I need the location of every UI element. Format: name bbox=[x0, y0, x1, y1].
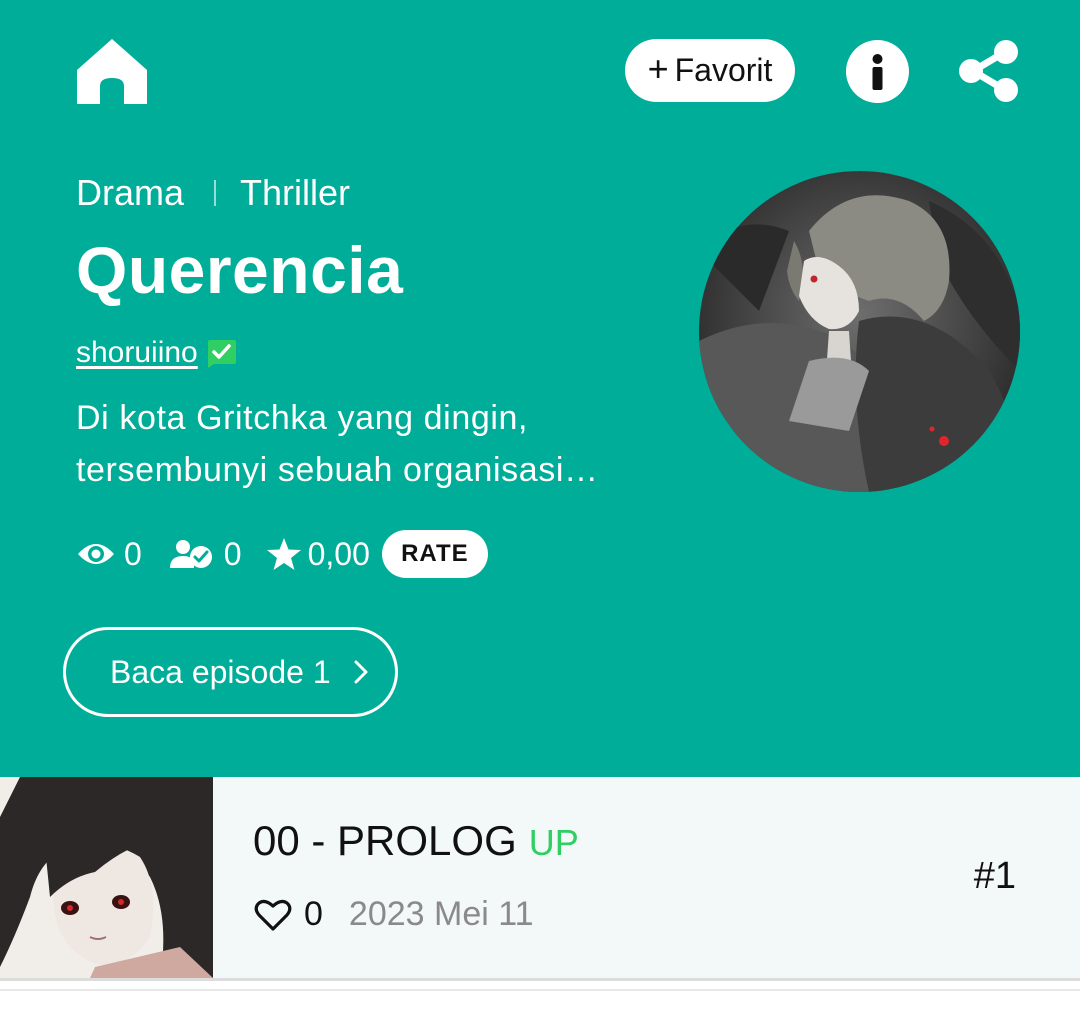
episode-title-row: 00 - PROLOG UP bbox=[253, 817, 579, 865]
list-divider bbox=[0, 989, 1080, 991]
star-icon bbox=[266, 538, 301, 570]
plus-icon: + bbox=[647, 48, 669, 89]
genre-tag[interactable]: Drama bbox=[76, 172, 184, 214]
views-stat: 0 bbox=[76, 536, 142, 573]
episode-title: 00 - PROLOG bbox=[253, 817, 517, 864]
chevron-right-icon bbox=[354, 660, 368, 684]
author-link[interactable]: shoruiino bbox=[76, 336, 198, 370]
stats-row: 0 0 0,00 RATE bbox=[76, 530, 488, 578]
favorite-button[interactable]: + Favorit bbox=[625, 39, 795, 102]
rating-value: 0,00 bbox=[307, 535, 370, 572]
list-divider bbox=[0, 978, 1080, 981]
series-header: + Favorit Drama Thriller Querencia shoru… bbox=[0, 0, 1080, 777]
series-cover-image bbox=[699, 171, 1020, 492]
series-title: Querencia bbox=[76, 233, 404, 307]
home-icon bbox=[77, 39, 147, 104]
genre-tag[interactable]: Thriller bbox=[240, 172, 350, 214]
favorite-label: Favorit bbox=[674, 52, 773, 88]
subscribers-stat: 0 bbox=[168, 536, 242, 573]
episode-thumbnail bbox=[0, 777, 213, 978]
episode-number: #1 bbox=[973, 855, 1016, 897]
eye-icon bbox=[78, 544, 114, 564]
read-episode-label: Baca episode 1 bbox=[110, 653, 331, 690]
episode-list-item[interactable] bbox=[0, 777, 1080, 978]
genre-separator bbox=[214, 180, 217, 206]
share-button[interactable] bbox=[957, 38, 1023, 104]
episode-meta: 0 2023 Mei 11 bbox=[254, 895, 534, 934]
home-button[interactable] bbox=[74, 36, 150, 108]
genre-list: Drama Thriller bbox=[76, 172, 350, 214]
share-icon bbox=[959, 40, 1018, 102]
rating-stat: 0,00 bbox=[266, 536, 370, 573]
views-count: 0 bbox=[124, 535, 142, 572]
episode-up-badge: UP bbox=[528, 822, 579, 863]
rate-button[interactable]: RATE bbox=[381, 530, 488, 578]
info-icon bbox=[872, 54, 883, 90]
verified-badge-icon bbox=[207, 340, 236, 368]
subscribers-count: 0 bbox=[223, 535, 242, 572]
info-button[interactable] bbox=[846, 40, 909, 103]
episode-date: 2023 Mei 11 bbox=[348, 895, 534, 933]
subscribers-icon bbox=[169, 540, 212, 568]
author-row: shoruiino bbox=[76, 336, 238, 370]
read-episode-button[interactable]: Baca episode 1 bbox=[63, 627, 398, 717]
heart-icon[interactable] bbox=[254, 898, 292, 932]
episode-like-count: 0 bbox=[304, 895, 323, 933]
series-description: Di kota Gritchka yang dingin, tersembuny… bbox=[76, 399, 599, 489]
